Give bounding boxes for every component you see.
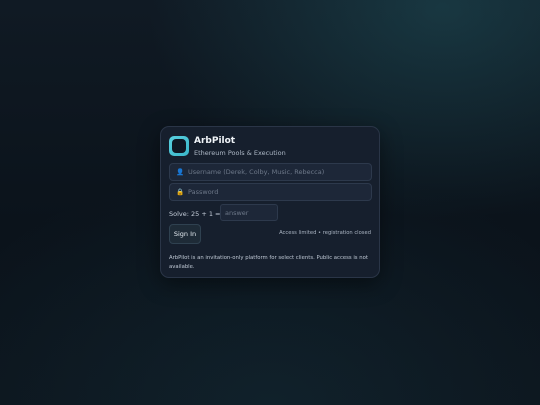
lock-icon: 🔒 — [175, 187, 185, 196]
captcha-label: Solve: 25 + 1 = ? — [169, 210, 227, 218]
password-field[interactable]: 🔒 — [169, 183, 372, 201]
captcha-answer-input[interactable] — [220, 204, 278, 221]
user-icon: 👤 — [175, 167, 185, 176]
password-input[interactable] — [188, 188, 368, 196]
sign-in-button[interactable]: Sign In — [169, 224, 201, 244]
username-field[interactable]: 👤 — [169, 163, 372, 181]
logo-icon — [169, 136, 189, 156]
logo-icon-inner — [172, 139, 186, 153]
username-input[interactable] — [188, 168, 368, 176]
invitation-notice: ArbPilot is an invitation-only platform … — [169, 255, 368, 270]
app-title: ArbPilot — [194, 136, 236, 146]
app-subtitle: Ethereum Pools & Execution — [194, 149, 286, 157]
login-card: ArbPilot Ethereum Pools & Execution 👤 🔒 … — [160, 126, 380, 278]
access-note: Access limited • registration closed — [279, 230, 371, 236]
